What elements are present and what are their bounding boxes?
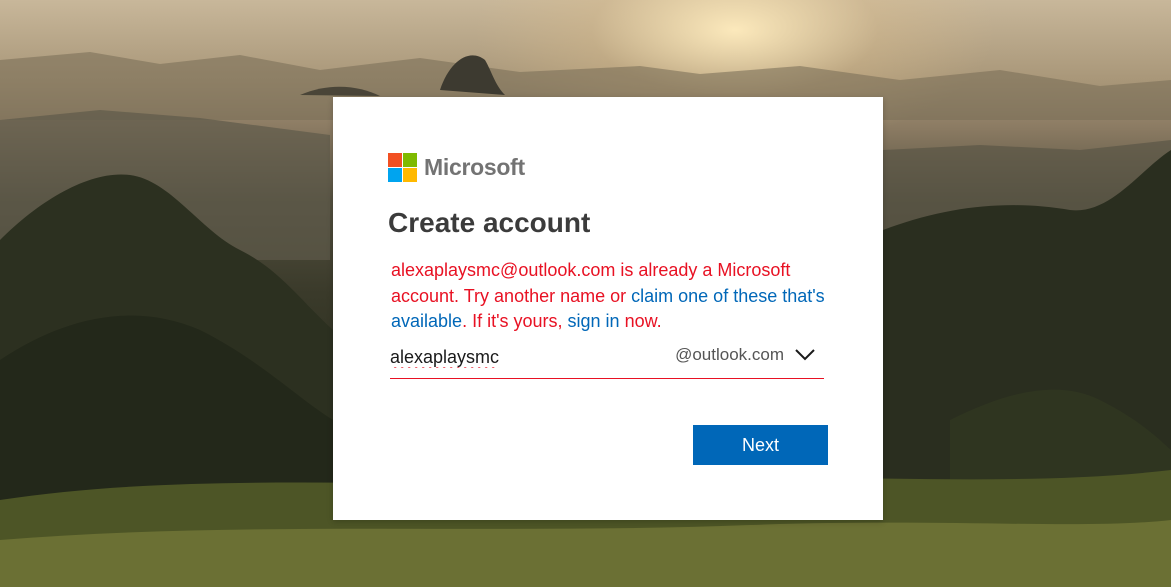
brand-header: Microsoft xyxy=(388,153,525,182)
signup-card: Microsoft Create account alexaplaysmc@ou… xyxy=(333,97,883,520)
username-input[interactable] xyxy=(390,342,660,372)
domain-selected-value: @outlook.com xyxy=(675,345,784,364)
chevron-down-icon xyxy=(795,349,815,361)
sign-in-link[interactable]: sign in xyxy=(568,311,620,331)
error-text-2: . If it's yours, xyxy=(462,311,568,331)
page-title: Create account xyxy=(388,207,591,238)
microsoft-logo-icon xyxy=(388,153,417,182)
domain-select[interactable]: @outlook.com xyxy=(675,345,816,365)
email-field: @outlook.com xyxy=(390,342,824,379)
error-message: alexaplaysmc@outlook.com is already a Mi… xyxy=(391,258,831,335)
error-text-3: now. xyxy=(619,311,662,331)
next-button[interactable]: Next xyxy=(693,425,828,465)
brand-name: Microsoft xyxy=(424,154,525,180)
